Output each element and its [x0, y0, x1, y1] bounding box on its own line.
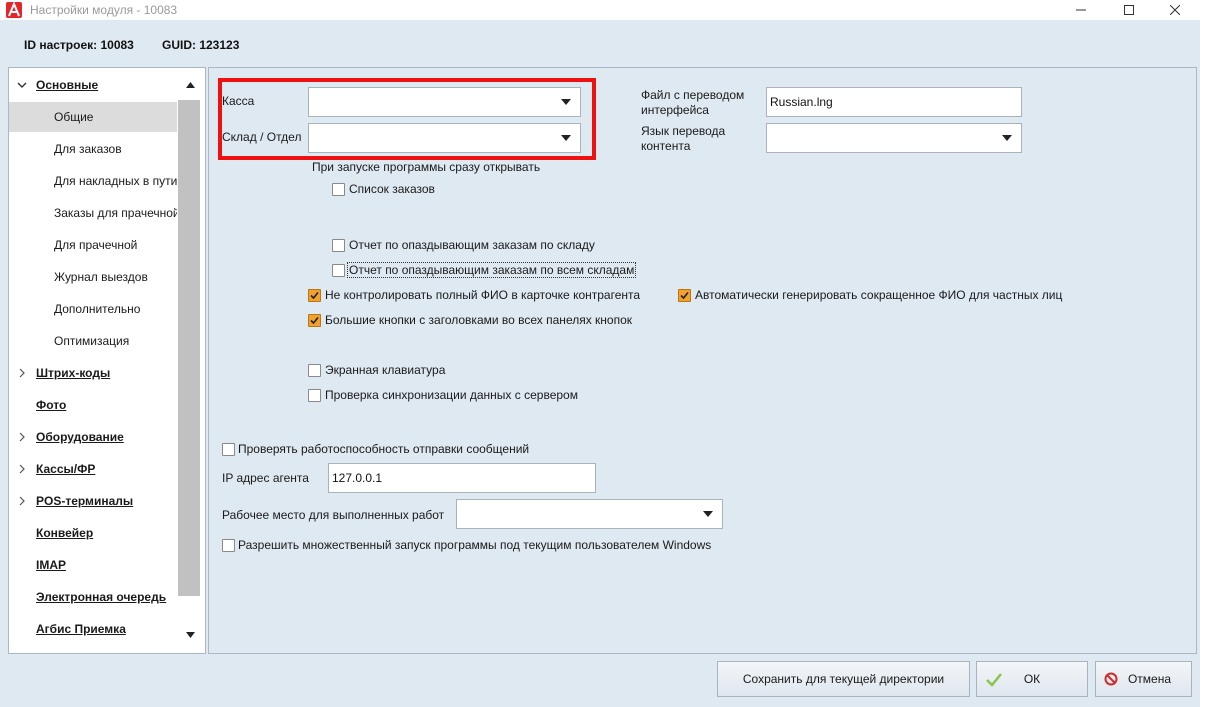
checkmark-icon	[310, 291, 319, 300]
translation-file-label-line2: интерфейса	[641, 103, 709, 117]
nav-item-dopolnitelno[interactable]: Дополнительно	[9, 294, 177, 324]
nav-item-zhurnal-vyezdov[interactable]: Журнал выездов	[9, 262, 177, 292]
late-report-warehouse-label: Отчет по опаздывающим заказам по складу	[349, 238, 595, 252]
late-report-all-label: Отчет по опаздывающим заказам по всем ск…	[347, 262, 637, 278]
arrow-down-icon	[185, 632, 195, 638]
content-lang-label-line1: Язык перевода	[641, 124, 726, 138]
msg-check-checkbox[interactable]	[222, 443, 235, 456]
auto-short-fio-checkbox[interactable]	[678, 289, 691, 302]
nav-item-elektronnaya-ochered[interactable]: Электронная очередь	[9, 582, 177, 612]
chevron-right-icon	[19, 368, 25, 378]
ip-agent-label: IP адрес агента	[222, 471, 309, 485]
sync-check-label: Проверка синхронизации данных с сервером	[325, 388, 578, 402]
workplace-label: Рабочее место для выполненных работ	[222, 508, 445, 522]
save-for-directory-button[interactable]: Сохранить для текущей директории	[717, 661, 970, 697]
auto-short-fio-label: Автоматически генерировать сокращенное Ф…	[695, 288, 1063, 302]
startup-open-label: При запуске программы сразу открывать	[312, 160, 541, 174]
sync-check-checkbox[interactable]	[308, 389, 321, 402]
nav-item-konveyer[interactable]: Конвейер	[9, 518, 177, 548]
settings-id-label: ID настроек: 10083	[24, 38, 134, 52]
chevron-right-icon	[19, 432, 25, 442]
sklad-combobox[interactable]	[308, 123, 581, 153]
arrow-up-icon	[185, 82, 195, 88]
cancel-button[interactable]: Отмена	[1095, 661, 1192, 697]
nav-item-zakazy-prachechnoy[interactable]: Заказы для прачечной	[9, 198, 177, 228]
dropdown-arrow-icon	[561, 135, 571, 141]
nav-item-nakladnye[interactable]: Для накладных в пути	[9, 166, 177, 196]
msg-check-label: Проверять работоспособность отправки соо…	[238, 442, 530, 456]
big-buttons-label: Большие кнопки с заголовками во всех пан…	[325, 313, 633, 327]
nav-item-obshie[interactable]: Общие	[9, 102, 177, 132]
nav-item-kassy-fr[interactable]: Кассы/ФР	[9, 454, 177, 484]
scroll-thumb[interactable]	[178, 100, 200, 596]
no-full-fio-label: Не контролировать полный ФИО в карточке …	[325, 288, 641, 302]
orders-list-label: Список заказов	[349, 182, 435, 196]
scroll-up-button[interactable]	[178, 76, 202, 94]
nav-item-imap[interactable]: IMAP	[9, 550, 177, 580]
big-buttons-checkbox[interactable]	[308, 314, 321, 327]
nav-item-agbis-priemka[interactable]: Агбис Приемка	[9, 614, 177, 644]
translation-file-label-line1: Файл с переводом	[641, 88, 745, 102]
checkmark-icon	[680, 291, 689, 300]
dropdown-arrow-icon	[561, 99, 571, 105]
orders-list-checkbox[interactable]	[332, 183, 345, 196]
nav-item-oborudovanie[interactable]: Оборудование	[9, 422, 177, 452]
late-report-warehouse-checkbox[interactable]	[332, 239, 345, 252]
title-bar: Настройки модуля - 10083	[0, 0, 1207, 20]
window-title: Настройки модуля - 10083	[30, 3, 178, 17]
translation-file-input[interactable]: Russian.lng	[766, 87, 1022, 117]
cancel-icon	[1104, 672, 1118, 686]
nav-item-dlya-zakazov[interactable]: Для заказов	[9, 134, 177, 164]
chevron-right-icon	[19, 464, 25, 474]
ip-agent-input[interactable]: 127.0.0.1	[328, 463, 596, 493]
dropdown-arrow-icon	[703, 511, 713, 517]
scroll-down-button[interactable]	[178, 626, 202, 644]
chevron-down-icon	[17, 82, 27, 88]
kassa-label: Касса	[222, 94, 255, 108]
close-button[interactable]	[1152, 0, 1198, 20]
ok-button[interactable]: ОК	[976, 661, 1088, 697]
no-full-fio-checkbox[interactable]	[308, 289, 321, 302]
minimize-button[interactable]	[1058, 0, 1104, 20]
close-icon	[1170, 5, 1180, 15]
window-edge	[1200, 20, 1207, 707]
workplace-combobox[interactable]	[456, 499, 723, 529]
nav-item-osnovnye[interactable]: Основные	[9, 70, 177, 100]
content-lang-label-line2: контента	[641, 139, 691, 153]
minimize-icon	[1076, 9, 1086, 11]
multi-launch-label: Разрешить множественный запуск программы…	[238, 538, 712, 552]
screen-keyboard-label: Экранная клавиатура	[325, 363, 446, 377]
content-lang-combobox[interactable]	[766, 123, 1022, 153]
checkmark-icon	[310, 316, 319, 325]
nav-scrollbar[interactable]	[178, 68, 202, 653]
dropdown-arrow-icon	[1002, 135, 1012, 141]
screen-keyboard-checkbox[interactable]	[308, 364, 321, 377]
chevron-right-icon	[19, 496, 25, 506]
late-report-all-checkbox[interactable]	[332, 264, 345, 277]
settings-nav-tree: Основные Общие Для заказов Для накладных…	[8, 67, 206, 654]
nav-item-foto[interactable]: Фото	[9, 390, 177, 420]
multi-launch-checkbox[interactable]	[222, 539, 235, 552]
settings-content-panel: Касса Склад / Отдел Файл с переводом инт…	[208, 67, 1197, 654]
nav-item-optimizaciya[interactable]: Оптимизация	[9, 326, 177, 356]
kassa-combobox[interactable]	[308, 87, 581, 117]
checkmark-icon	[986, 673, 1002, 687]
nav-item-shtrih-kody[interactable]: Штрих-коды	[9, 358, 177, 388]
guid-label: GUID: 123123	[162, 38, 240, 52]
app-logo-icon	[6, 2, 22, 18]
sklad-label: Склад / Отдел	[222, 130, 302, 144]
nav-item-prachechnaya[interactable]: Для прачечной	[9, 230, 177, 260]
maximize-icon	[1124, 5, 1134, 15]
maximize-button[interactable]	[1106, 0, 1152, 20]
info-bar: ID настроек: 10083 GUID: 123123	[0, 20, 1207, 66]
nav-item-pos-terminaly[interactable]: POS-терминалы	[9, 486, 177, 516]
